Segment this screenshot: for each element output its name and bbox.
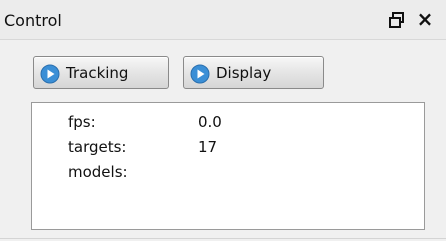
window-title: Control xyxy=(4,11,62,30)
fps-value: 0.0 xyxy=(198,113,222,131)
models-label: models: xyxy=(68,163,128,181)
stats-panel: fps: 0.0 targets: 17 models: xyxy=(31,102,425,230)
targets-label: targets: xyxy=(68,138,127,156)
targets-value: 17 xyxy=(198,138,218,156)
play-circle-icon xyxy=(190,64,210,84)
divider xyxy=(0,238,446,239)
display-button[interactable]: Display xyxy=(183,56,324,89)
float-window-icon[interactable] xyxy=(388,10,406,30)
play-circle-icon xyxy=(40,64,60,84)
display-button-label: Display xyxy=(216,64,272,82)
stats-row-targets: targets: 17 xyxy=(32,138,424,160)
stats-row-models: models: xyxy=(32,163,424,185)
tracking-button-label: Tracking xyxy=(66,64,129,82)
close-icon[interactable]: × xyxy=(414,8,436,30)
tracking-button[interactable]: Tracking xyxy=(33,56,169,89)
stats-row-fps: fps: 0.0 xyxy=(32,113,424,135)
dock-title-bar: Control × xyxy=(0,0,446,40)
fps-label: fps: xyxy=(68,113,96,131)
